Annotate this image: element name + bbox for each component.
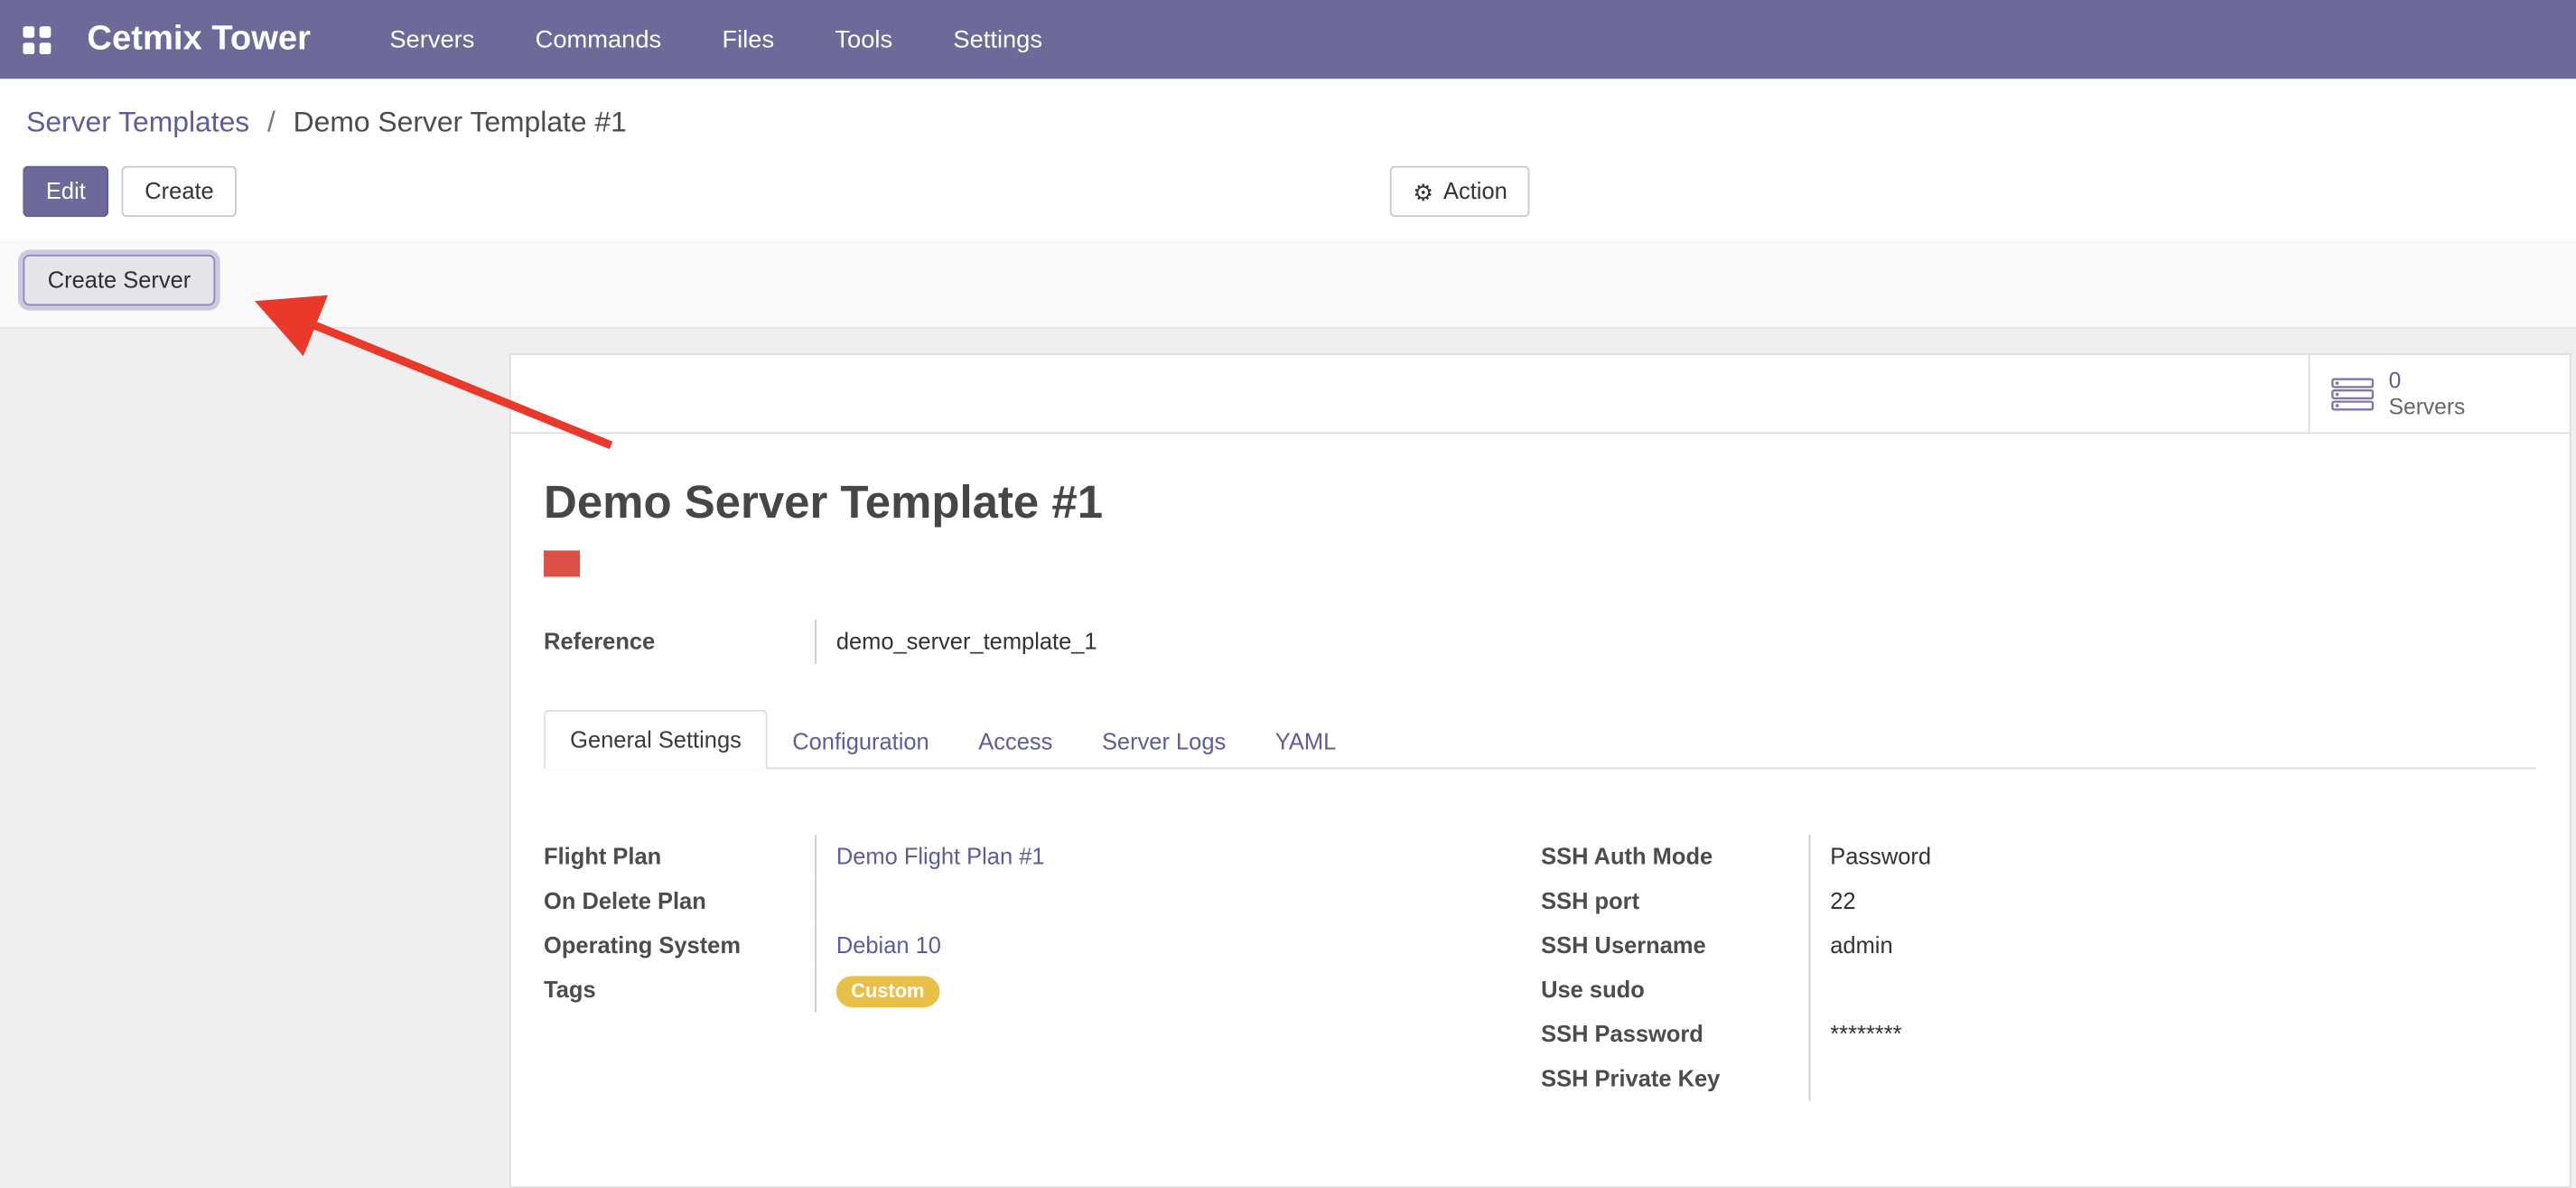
- ssh-auth-mode-value: Password: [1809, 835, 2540, 879]
- use-sudo-label: Use sudo: [1541, 968, 1808, 1012]
- tab-general-settings[interactable]: General Settings: [544, 710, 768, 769]
- color-swatch[interactable]: [544, 550, 580, 576]
- sheet-body: Demo Server Template #1 Reference demo_s…: [511, 434, 2570, 1150]
- record-title: Demo Server Template #1: [544, 476, 2536, 529]
- gear-icon: ⚙: [1413, 180, 1433, 202]
- servers-stat-label: Servers: [2389, 394, 2466, 420]
- servers-stat-button[interactable]: 0 Servers: [2309, 355, 2570, 432]
- edit-button[interactable]: Edit: [23, 166, 108, 217]
- field-ssh-password: SSH Password ********: [1541, 1012, 2540, 1056]
- notebook-tabs: General Settings Configuration Access Se…: [544, 710, 2536, 769]
- create-server-button[interactable]: Create Server: [23, 255, 215, 305]
- control-panel: Server Templates / Demo Server Template …: [0, 79, 2576, 239]
- reference-label: Reference: [544, 620, 815, 664]
- tag-custom: Custom: [836, 976, 939, 1007]
- record-sheet: 0 Servers Demo Server Template #1 Refere…: [509, 353, 2571, 1188]
- field-group-right: SSH Auth Mode Password SSH port 22 SSH U…: [1541, 835, 2540, 1101]
- field-ssh-username: SSH Username admin: [1541, 923, 2540, 968]
- breadcrumb-parent-link[interactable]: Server Templates: [26, 105, 249, 137]
- ssh-username-value: admin: [1809, 923, 2540, 968]
- field-flight-plan: Flight Plan Demo Flight Plan #1: [544, 835, 1480, 879]
- page: Cetmix Tower Servers Commands Files Tool…: [0, 0, 2576, 1175]
- field-group-left: Flight Plan Demo Flight Plan #1 On Delet…: [544, 835, 1480, 1101]
- on-delete-plan-value: [815, 879, 1480, 923]
- ssh-port-value: 22: [1809, 879, 2540, 923]
- ssh-password-label: SSH Password: [1541, 1012, 1808, 1056]
- tab-yaml[interactable]: YAML: [1251, 713, 1361, 769]
- breadcrumb-separator: /: [267, 105, 275, 137]
- breadcrumb-current: Demo Server Template #1: [294, 105, 627, 137]
- reference-field: Reference demo_server_template_1: [544, 620, 2536, 664]
- button-row: Edit Create ⚙ Action: [23, 166, 2553, 217]
- field-ssh-port: SSH port 22: [1541, 879, 2540, 923]
- field-ssh-auth-mode: SSH Auth Mode Password: [1541, 835, 2540, 879]
- ssh-auth-mode-label: SSH Auth Mode: [1541, 835, 1808, 879]
- action-strip: Create Server: [0, 240, 2576, 329]
- app-brand[interactable]: Cetmix Tower: [87, 20, 311, 60]
- operating-system-label: Operating System: [544, 923, 815, 968]
- action-button[interactable]: ⚙ Action: [1390, 166, 1530, 217]
- field-ssh-private-key: SSH Private Key: [1541, 1057, 2540, 1101]
- ssh-private-key-value: [1809, 1057, 2540, 1101]
- tab-server-logs[interactable]: Server Logs: [1078, 713, 1251, 769]
- breadcrumb: Server Templates / Demo Server Template …: [26, 105, 2553, 139]
- reference-value: demo_server_template_1: [815, 620, 2536, 664]
- ssh-password-value: ********: [1809, 1012, 2540, 1056]
- menu-item-commands[interactable]: Commands: [532, 19, 665, 60]
- menu-item-tools[interactable]: Tools: [832, 19, 896, 60]
- ssh-port-label: SSH port: [1541, 879, 1808, 923]
- action-button-label: Action: [1443, 177, 1507, 205]
- operating-system-value-link[interactable]: Debian 10: [836, 931, 941, 958]
- apps-grid-icon[interactable]: [23, 25, 51, 53]
- sheet-top-bar: 0 Servers: [511, 355, 2570, 434]
- flight-plan-label: Flight Plan: [544, 835, 815, 879]
- tab-access[interactable]: Access: [954, 713, 1078, 769]
- field-use-sudo: Use sudo: [1541, 968, 2540, 1012]
- create-button[interactable]: Create: [122, 166, 237, 217]
- servers-stat-value: 0: [2389, 368, 2466, 394]
- ssh-username-label: SSH Username: [1541, 923, 1808, 968]
- field-operating-system: Operating System Debian 10: [544, 923, 1480, 968]
- server-stack-icon: [2331, 377, 2374, 409]
- tags-label: Tags: [544, 968, 815, 1012]
- use-sudo-value: [1809, 968, 2540, 1012]
- menu-item-settings[interactable]: Settings: [950, 19, 1046, 60]
- ssh-private-key-label: SSH Private Key: [1541, 1057, 1808, 1101]
- field-on-delete-plan: On Delete Plan: [544, 879, 1480, 923]
- top-navbar: Cetmix Tower Servers Commands Files Tool…: [0, 0, 2576, 79]
- menu-item-servers[interactable]: Servers: [387, 19, 478, 60]
- main-content: 0 Servers Demo Server Template #1 Refere…: [0, 329, 2576, 1188]
- menu-item-files[interactable]: Files: [719, 19, 778, 60]
- field-groups: Flight Plan Demo Flight Plan #1 On Delet…: [544, 835, 2536, 1101]
- field-tags: Tags Custom: [544, 968, 1480, 1012]
- on-delete-plan-label: On Delete Plan: [544, 879, 815, 923]
- tab-configuration[interactable]: Configuration: [768, 713, 954, 769]
- flight-plan-value-link[interactable]: Demo Flight Plan #1: [836, 843, 1045, 869]
- main-menu: Servers Commands Files Tools Settings: [387, 19, 1046, 60]
